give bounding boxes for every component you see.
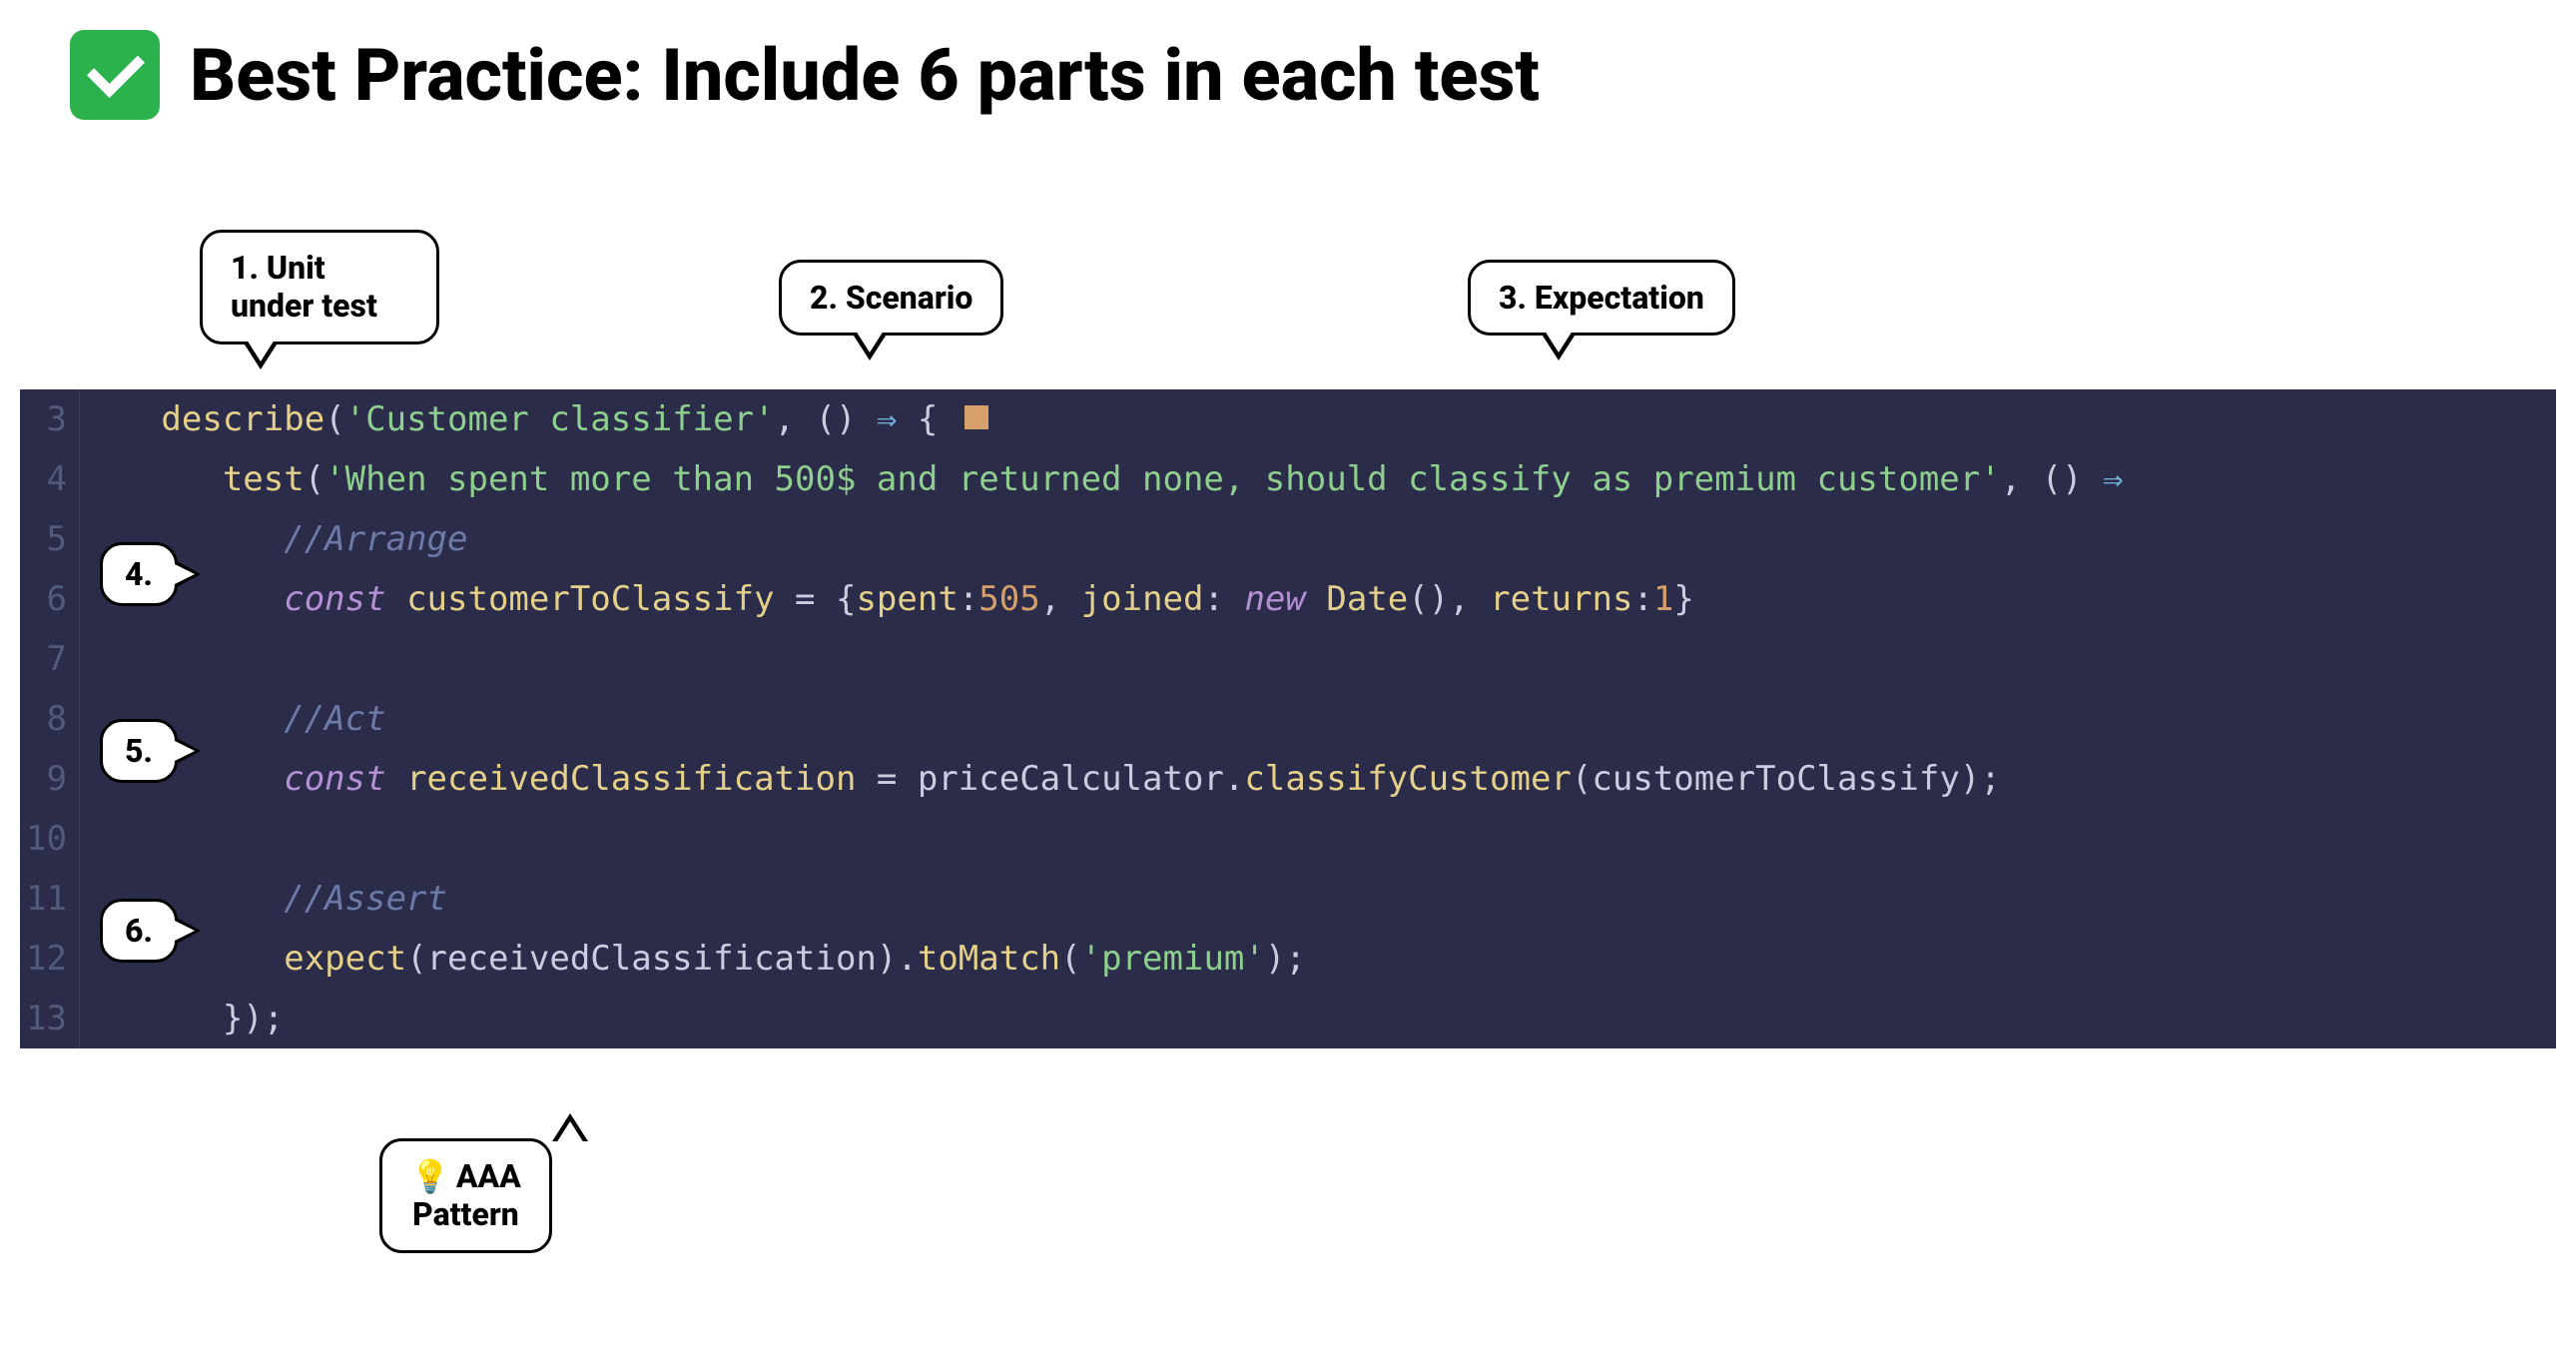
line-number: 4 [20,449,80,509]
callout-text: 1. Unit under test [231,249,377,325]
line-number: 5 [20,509,80,569]
code-content: const receivedClassification = priceCalc… [80,749,2001,809]
callout-text: 4. [125,555,153,593]
callout-expectation: 3. Expectation [1468,260,1735,336]
code-content [80,629,100,689]
code-line: 11 //Assert [20,869,2556,929]
line-number: 3 [20,389,80,449]
callout-text: 3. Expectation [1499,279,1704,317]
callout-text: 6. [125,912,153,950]
callout-text: 5. [125,732,153,770]
callout-text: 2. Scenario [810,279,972,317]
callout-five: 5. [100,719,178,783]
page-title: Best Practice: Include 6 parts in each t… [70,30,1540,120]
code-content: }); [80,989,284,1048]
heading-text: Best Practice: Include 6 parts in each t… [190,33,1540,118]
code-line: 5 //Arrange [20,509,2556,569]
code-block: 3 describe('Customer classifier', () ⇒ {… [20,389,2556,1048]
line-number: 12 [20,929,80,989]
callout-scenario: 2. Scenario [779,260,1003,336]
code-line: 8 //Act [20,689,2556,749]
callout-text-line1: AAA [456,1157,521,1195]
line-number: 6 [20,569,80,629]
code-line: 13 }); [20,989,2556,1048]
code-line: 12 expect(receivedClassification).toMatc… [20,929,2556,989]
callout-four: 4. [100,542,178,606]
callout-aaa-pattern: 💡AAA Pattern [379,1138,552,1253]
code-line: 7 [20,629,2556,689]
line-number: 10 [20,809,80,869]
code-content [80,809,100,869]
code-line: 3 describe('Customer classifier', () ⇒ { [20,389,2556,449]
code-line: 9 const receivedClassification = priceCa… [20,749,2556,809]
code-content: const customerToClassify = {spent:505, j… [80,569,1694,629]
line-number: 11 [20,869,80,929]
code-content: expect(receivedClassification).toMatch('… [80,929,1306,989]
code-content: describe('Customer classifier', () ⇒ { [80,389,988,449]
line-number: 7 [20,629,80,689]
callout-six: 6. [100,899,178,963]
line-number: 9 [20,749,80,809]
callout-unit-under-test: 1. Unit under test [200,230,439,344]
code-content: test('When spent more than 500$ and retu… [80,449,2124,509]
code-line: 6 const customerToClassify = {spent:505,… [20,569,2556,629]
line-number: 13 [20,989,80,1048]
lightbulb-icon: 💡 [410,1157,450,1195]
callout-text-line2: Pattern [412,1195,519,1233]
cursor-icon [965,405,988,429]
code-line: 4 test('When spent more than 500$ and re… [20,449,2556,509]
check-icon [70,30,160,120]
line-number: 8 [20,689,80,749]
code-line: 10 [20,809,2556,869]
